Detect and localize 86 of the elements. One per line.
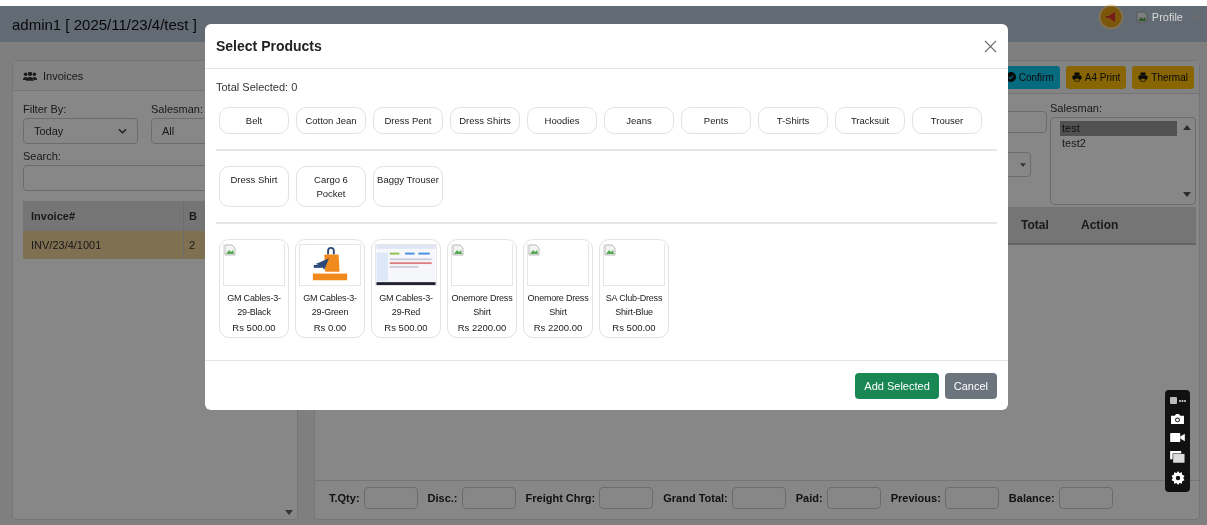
add-selected-button[interactable]: Add Selected [855,372,939,399]
category-chip[interactable]: Dress Shirts [450,107,520,134]
column-header: Action [1081,218,1120,232]
table-cell: INV/23/4/1001 [23,231,184,259]
input-field[interactable] [1058,487,1113,509]
category-chip[interactable]: T-Shirts [758,107,828,134]
print-button[interactable]: Thermal [1132,65,1194,89]
product-card[interactable]: Onemore Dress Shirt Rs 2200.00 [523,239,593,338]
product-card[interactable]: GM Cables-3-29-Red Rs 500.00 [371,239,441,338]
settings-icon[interactable] [1170,471,1185,486]
product-card[interactable]: SA Club-Dress Shirt-Blue Rs 500.00 [599,239,669,338]
product-name: GM Cables-3-29-Black [226,292,282,319]
selection-count: Total Selected: 0 [216,81,299,93]
field-label: Salesman: [151,103,203,115]
chevron-icon [118,128,127,134]
camera-icon[interactable] [1170,412,1185,425]
salesman-listbox[interactable]: test test2 [1050,117,1196,205]
input-field[interactable] [944,487,999,509]
profile-menu[interactable]: Profile [1151,11,1183,23]
image-icon[interactable] [1169,396,1186,405]
product-price: Rs 2200.00 [533,322,583,333]
printer-icon [1138,72,1149,82]
close-icon[interactable] [984,39,997,53]
field-label: T.Qty: [329,492,360,504]
category-chip[interactable]: Hoodies [527,107,597,134]
category-chip[interactable]: Trouser [912,107,982,134]
category-chip[interactable]: Tracksuit [835,107,905,134]
input-field[interactable] [599,487,654,509]
broken-image-icon [1135,11,1148,23]
category-chip[interactable]: Belt [219,107,289,134]
subcategory-chip[interactable]: Cargo 6 Pocket [296,166,366,207]
broken-image-icon [604,244,616,256]
broken-image-icon [528,244,540,256]
category-chip[interactable]: Cotton Jean [296,107,366,134]
filter-select[interactable]: Today [23,118,138,144]
category-chip[interactable]: Pents [681,107,751,134]
list-option[interactable]: test2 [1060,136,1177,151]
product-price: Rs 500.00 [232,322,276,333]
category-chip[interactable]: Jeans [604,107,674,134]
product-name: Onemore Dress Shirt [526,292,590,319]
product-price: Rs 0.00 [313,322,347,333]
product-price: Rs 500.00 [612,322,656,333]
column-header: Total [1021,218,1050,232]
product-name: GM Cables-3-29-Red [378,292,434,319]
product-name: Onemore Dress Shirt [450,292,514,319]
printer-icon [1071,72,1082,82]
category-chip[interactable]: Dress Pent [373,107,443,134]
users-icon [23,70,37,81]
video-camera-icon[interactable] [1170,432,1185,444]
scroll-down-icon[interactable] [1183,192,1191,197]
field-label: Grand Total: [663,492,728,504]
modal-title: Select Products [216,38,322,54]
cancel-button[interactable]: Cancel [944,372,997,399]
product-name: GM Cables-3-29-Green [302,292,358,319]
print-button[interactable]: A4 Print [1065,65,1127,89]
product-name: SA Club-Dress Shirt-Blue [604,292,664,319]
broken-image-icon [224,244,236,256]
table-cell-text: 2 [188,239,196,251]
input-field[interactable] [731,487,786,509]
app-title: admin1 [ 2025/11/23/4/test ] [12,15,197,33]
field-label: Filter By: [23,103,67,115]
product-card[interactable]: GM Cables-3-29-Black Rs 500.00 [219,239,289,338]
input-field[interactable] [363,487,418,509]
field-label: Previous: [890,492,941,504]
product-price: Rs 2200.00 [457,322,507,333]
product-card[interactable]: GM Cables-3-29-Green Rs 0.00 [295,239,365,338]
scroll-up-icon[interactable] [1183,125,1191,130]
product-card[interactable]: Onemore Dress Shirt Rs 2200.00 [447,239,517,338]
scroll-down-icon[interactable] [285,510,293,515]
windows-icon[interactable] [1170,451,1185,464]
field-label: Salesman: [1050,102,1103,114]
field-label: Freight Chrg: [525,492,596,504]
caret-icon [1020,162,1026,167]
input-field[interactable] [461,487,516,509]
panel-title: Invoices [43,69,84,82]
column-header: B [188,210,197,222]
broken-image-icon [452,244,464,256]
field-label: Disc.: [427,492,458,504]
subcategory-chip[interactable]: Baggy Trouser [373,166,443,207]
field-label: Paid: [795,492,823,504]
product-price: Rs 500.00 [384,322,428,333]
field-label: Balance: [1008,492,1055,504]
megaphone-avatar-icon[interactable] [1097,4,1124,30]
input-field[interactable] [826,487,881,509]
subcategory-chip[interactable]: Dress Shirt [219,166,289,207]
field-label: Search: [23,150,62,162]
